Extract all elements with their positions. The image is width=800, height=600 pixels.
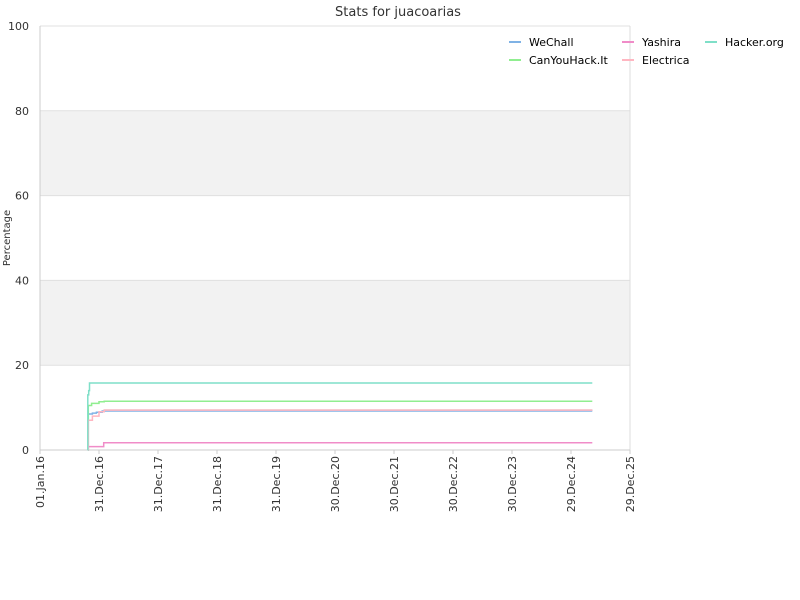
x-tick-label: 31.Dec.19 [270, 456, 283, 512]
x-tick-label: 30.Dec.21 [388, 456, 401, 512]
y-tick-label: 100 [8, 20, 29, 33]
y-tick-label: 20 [15, 359, 29, 372]
legend: WeChall CanYouHack.It Yashira Electrica Hack… [509, 36, 784, 67]
legend-label-canyouhack-it: CanYouHack.It [529, 54, 609, 67]
x-tick-label: 29.Dec.25 [624, 456, 637, 512]
grid-bands [40, 110, 630, 366]
series-line-yashira [87, 442, 593, 451]
series-line-wechall [87, 410, 593, 451]
x-tick-label: 31.Dec.16 [93, 456, 106, 512]
gridlines [40, 25, 630, 451]
grid-band [40, 110, 630, 196]
legend-label-electrica: Electrica [642, 54, 690, 67]
x-tick-label: 31.Dec.18 [211, 456, 224, 512]
series-line-hacker-org [87, 382, 593, 451]
x-tick-label: 30.Dec.22 [447, 456, 460, 512]
axes [39, 26, 631, 451]
x-tick-label: 30.Dec.20 [329, 456, 342, 512]
x-tick-label: 31.Dec.17 [152, 456, 165, 512]
x-tick-label: 29.Dec.24 [565, 456, 578, 512]
y-tick-label: 80 [15, 105, 29, 118]
series-lines [87, 382, 593, 451]
line-chart: Stats for juacoarias 0 20 40 60 80 100 01.Jan… [2, 5, 784, 512]
chart-title: Stats for juacoarias [335, 5, 461, 20]
y-tick-label: 40 [15, 274, 29, 287]
legend-label-yashira: Yashira [641, 36, 681, 49]
y-axis-label: Percentage [2, 210, 13, 266]
grid-band [40, 280, 630, 366]
x-tick-label: 30.Dec.23 [506, 456, 519, 512]
legend-label-hacker-org: Hacker.org [725, 36, 784, 49]
legend-label-wechall: WeChall [529, 36, 574, 49]
x-tick-label: 01.Jan.16 [34, 456, 47, 508]
y-tick-label: 60 [15, 190, 29, 203]
series-line-electrica [87, 409, 593, 451]
y-tick-label: 0 [22, 444, 29, 457]
x-axis-ticks: 01.Jan.16 31.Dec.16 31.Dec.17 31.Dec.18 31.D… [34, 450, 637, 512]
